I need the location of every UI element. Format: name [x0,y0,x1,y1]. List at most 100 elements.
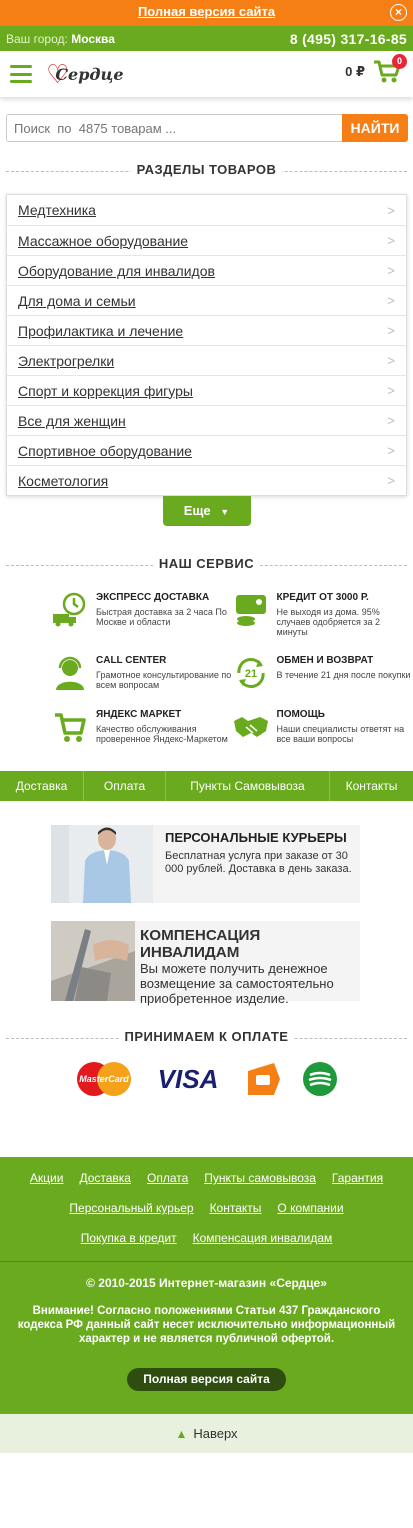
mastercard-label: MasterCard [79,1074,129,1084]
promo-text: Вы можете получить денежное возмещение з… [140,961,334,1006]
to-top-bar[interactable]: ▲ Наверх [0,1414,413,1453]
footer-link[interactable]: Гарантия [332,1171,383,1185]
chevron-right-icon: > [387,293,395,308]
promo-couriers[interactable]: ПЕРСОНАЛЬНЫЕ КУРЬЕРЫ Бесплатная услуга п… [51,825,360,903]
service-text: Грамотное консультирование по всем вопро… [96,670,232,690]
footer-link[interactable]: Пункты самовывоза [204,1171,316,1185]
category-item[interactable]: Электрогрелки > [7,345,406,375]
cart[interactable]: 0 ₽ 0 [345,54,407,85]
footer-link[interactable]: Контакты [210,1201,262,1215]
footer-link[interactable]: О компании [277,1201,343,1215]
category-item[interactable]: Массажное оборудование > [7,225,406,255]
header: ♡ Сердце 0 ₽ 0 [0,51,413,97]
logo[interactable]: ♡ Сердце [46,61,124,87]
sberbank-logo [302,1062,337,1096]
arrow-up-icon: ▲ [175,1427,188,1441]
nav-delivery[interactable]: Доставка [0,771,83,801]
service-title: ПОМОЩЬ [276,709,325,720]
service-title: CALL CENTER [96,655,167,666]
mastercard-logo: MasterCard [76,1062,131,1096]
category-link[interactable]: Массажное оборудование [18,233,188,249]
footer-link[interactable]: Оплата [147,1171,188,1185]
city-selector[interactable]: Ваш город: Москва [6,32,115,46]
return-21-icon: 21 [236,658,265,688]
category-item[interactable]: Профилактика и лечение > [7,315,406,345]
service-title: ЭКСПРЕСС ДОСТАВКА [96,592,210,603]
category-item[interactable]: Для дома и семьи > [7,285,406,315]
category-link[interactable]: Для дома и семьи [18,293,136,309]
visa-logo: VISA [157,1064,218,1094]
payment-logos: MasterCard VISA [0,1059,413,1099]
phone-number[interactable]: 8 (495) 317-16-85 [290,31,407,47]
service-item: ЭКСПРЕСС ДОСТАВКА Быстрая доставка за 2 ч… [52,592,233,637]
category-item[interactable]: Спорт и коррекция фигуры > [7,375,406,405]
footer-link[interactable]: Персональный курьер [69,1201,193,1215]
promo-text: Бесплатная услуга при заказе от 30 000 р… [165,850,352,875]
category-link[interactable]: Все для женщин [18,413,126,429]
service-title: ЯНДЕКС МАРКЕТ [96,709,182,720]
cart-icon[interactable]: 0 [373,54,407,85]
nav-payment[interactable]: Оплата [83,771,165,801]
payment-title: ПРИНИМАЕМ К ОПЛАТЕ [118,1029,295,1044]
nav-pickup-points[interactable]: Пункты Самовывоза [165,771,329,801]
credit-card-icon [235,595,266,626]
chevron-right-icon: > [387,413,395,428]
chevron-right-icon: > [387,443,395,458]
category-item[interactable]: Все для женщин > [7,405,406,435]
visa-label: VISA [157,1064,218,1094]
search-button[interactable]: НАЙТИ [342,114,408,142]
svg-text:21: 21 [244,668,256,680]
category-item[interactable]: Косметология > [7,465,406,495]
promo-compensation[interactable]: КОМПЕНСАЦИЯ ИНВАЛИДАМ Вы можете получить… [51,921,360,1006]
service-item: ЯНДЕКС МАРКЕТ Качество обслуживания прове… [52,709,233,745]
more-categories-button[interactable]: Еще ▼ [162,496,251,526]
headset-operator-icon [56,656,84,690]
service-text: Наши специалисты ответят на все ваши воп… [276,724,405,744]
full-version-button[interactable]: Полная версия сайта [127,1368,286,1391]
category-item[interactable]: Спортивное оборудование > [7,435,406,465]
city-value: Москва [71,31,115,46]
service-text: Не выходя из дома. 95% случаев одобряетс… [276,607,380,637]
nav-contacts[interactable]: Контакты [329,771,413,801]
full-version-link[interactable]: Полная версия сайта [138,4,275,19]
copyright: © 2010-2015 Интернет-магазин «Сердце» [86,1276,327,1290]
service-text: Качество обслуживания проверенное Яндекс… [96,724,228,744]
chevron-right-icon: > [387,323,395,338]
service-title: КРЕДИТ ОТ 3000 Р. [276,592,369,603]
service-grid: ЭКСПРЕСС ДОСТАВКА Быстрая доставка за 2 ч… [52,592,413,745]
category-link[interactable]: Оборудование для инвалидов [18,263,215,279]
chevron-right-icon: > [387,353,395,368]
footer-link[interactable]: Компенсация инвалидам [193,1231,333,1245]
chevron-right-icon: > [387,233,395,248]
promo-title: КОМПЕНСАЦИЯ ИНВАЛИДАМ [140,927,261,961]
cart-count-badge: 0 [392,54,407,69]
chevron-right-icon: > [387,473,395,488]
close-icon[interactable]: × [390,4,407,21]
city-bar: Ваш город: Москва 8 (495) 317-16-85 [0,26,413,51]
chevron-right-icon: > [387,202,395,218]
menu-icon[interactable] [10,65,32,83]
service-heading: НАШ СЕРВИС [0,556,413,574]
city-label: Ваш город: [6,31,68,46]
footer-divider [0,1261,413,1262]
category-link[interactable]: Медтехника [18,202,96,218]
to-top-label: Наверх [193,1426,238,1441]
category-link[interactable]: Профилактика и лечение [18,323,183,339]
market-cart-icon [55,713,86,742]
footer-link[interactable]: Покупка в кредит [81,1231,177,1245]
category-item[interactable]: Медтехника > [7,195,406,225]
service-title: НАШ СЕРВИС [152,556,261,571]
search-input[interactable] [6,114,342,142]
category-list: Медтехника > Массажное оборудование > Обор… [6,194,407,496]
footer-link[interactable]: Доставка [79,1171,131,1185]
search-bar: НАЙТИ [6,114,408,142]
categories-heading: РАЗДЕЛЫ ТОВАРОВ [0,162,413,180]
category-link[interactable]: Спорт и коррекция фигуры [18,383,193,399]
handshake-icon [233,717,268,737]
chevron-down-icon: ▼ [220,507,230,517]
category-link[interactable]: Электрогрелки [18,353,114,369]
category-link[interactable]: Спортивное оборудование [18,443,192,459]
category-link[interactable]: Косметология [18,473,108,489]
footer-link[interactable]: Акции [30,1171,64,1185]
category-item[interactable]: Оборудование для инвалидов > [7,255,406,285]
